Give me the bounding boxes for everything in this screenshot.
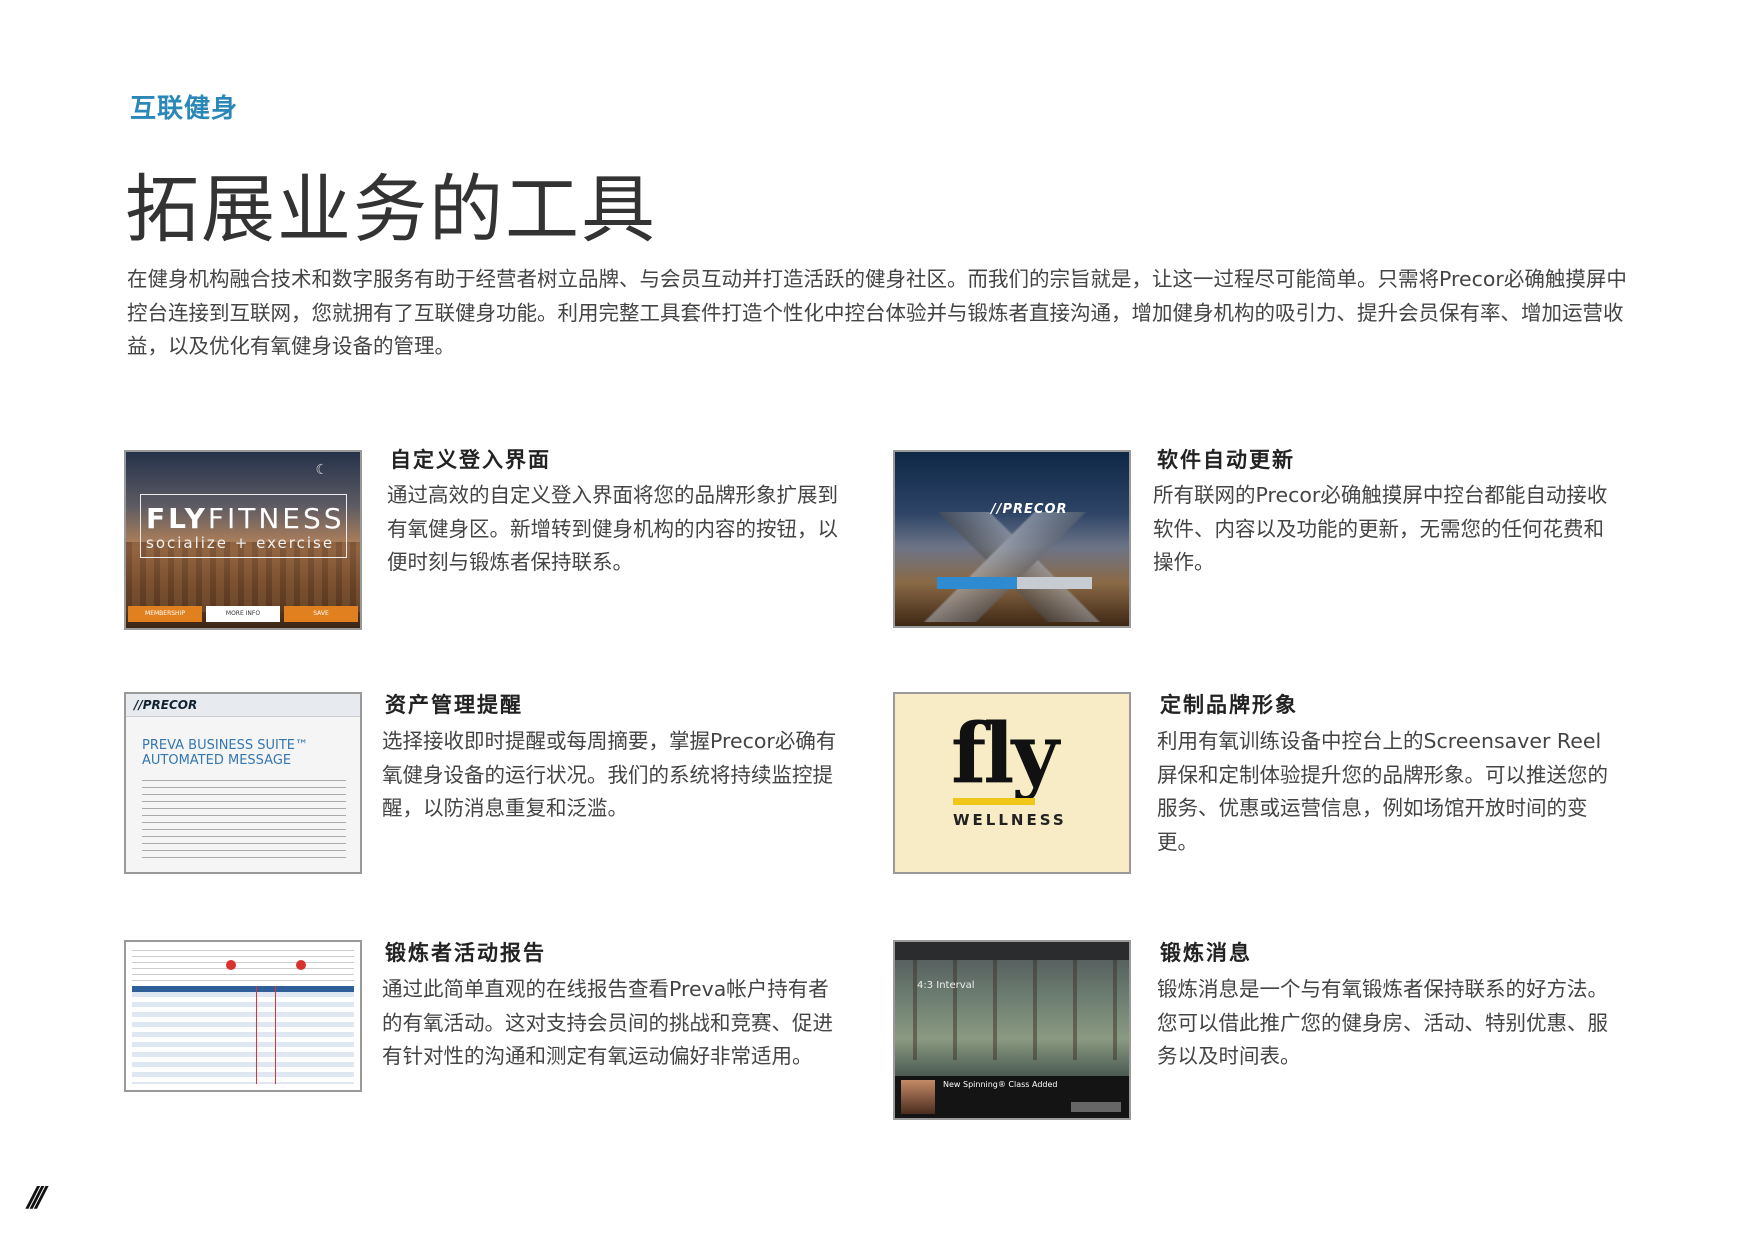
feature-body: 通过此简单直观的在线报告查看Preva帐户持有者的有氧活动。这对支持会员间的挑战… [382, 977, 833, 1068]
feature-title: 锻炼者活动报告 [385, 941, 546, 965]
report-table-image [124, 940, 362, 1092]
message-button [1071, 1102, 1121, 1112]
feature-body: 选择接收即时提醒或每周摘要，掌握Precor必确有氧健身设备的运行状况。我们的系… [382, 729, 837, 820]
feature-title: 软件自动更新 [1157, 448, 1295, 472]
feature-title: 自定义登入界面 [390, 448, 551, 472]
feature-title: 锻炼消息 [1160, 941, 1252, 965]
feature-body: 所有联网的Precor必确触摸屏中控台都能自动接收软件、内容以及功能的更新，无需… [1153, 483, 1608, 574]
save-button: SAVE [284, 606, 358, 622]
logo-underline [953, 798, 1035, 805]
update-screen-image: //PRECOR [893, 450, 1131, 628]
intro-paragraph: 在健身机构融合技术和数字服务有助于经营者树立品牌、与会员互动并打造活跃的健身社区… [127, 267, 1627, 358]
membership-button: MEMBERSHIP [128, 606, 202, 622]
update-progress-bar [937, 577, 1092, 589]
highlighted-column [256, 986, 276, 1084]
report-table [132, 986, 354, 1084]
precor-logo: //PRECOR [991, 502, 1068, 517]
feature-body: 通过高效的自定义登入界面将您的品牌形象扩展到有氧健身区。新增转到健身机构的内容的… [387, 483, 838, 574]
message-popup: New Spinning® Class Added [895, 1076, 1129, 1118]
precor-logo: //PRECOR [134, 698, 198, 712]
feature-body: 利用有氧训练设备中控台上的Screensaver Reel屏保和定制体验提升您的… [1157, 729, 1608, 854]
flyfitness-tagline: socialize + exercise [146, 534, 335, 552]
feature-title: 定制品牌形象 [1160, 693, 1298, 717]
fly-wellness-image: fly WELLNESS [893, 692, 1131, 874]
interval-label: 4:3 Interval [917, 980, 975, 991]
login-screen-image: ☾ FLYFITNESS socialize + exercise MEMBER… [124, 450, 362, 630]
moon-icon: ☾ [315, 462, 328, 478]
wellness-label: WELLNESS [953, 811, 1067, 829]
login-buttons: MEMBERSHIP MORE INFO SAVE [128, 606, 358, 622]
message-title: New Spinning® Class Added [943, 1080, 1058, 1089]
console-status-bar [895, 942, 1129, 960]
fly-logo: fly [951, 706, 1059, 802]
flyfitness-logo: FLYFITNESS [146, 502, 345, 535]
section-tag: 互联健身 [130, 94, 239, 124]
email-heading: PREVA BUSINESS SUITE™ AUTOMATED MESSAGE [142, 738, 309, 768]
workout-message-image: 4:3 Interval New Spinning® Class Added [893, 940, 1131, 1120]
forest-graphic [895, 960, 1129, 1060]
mountain-graphic [895, 512, 1129, 622]
precor-folio-mark: /// [28, 1180, 47, 1213]
instructor-photo [901, 1080, 935, 1114]
feature-body: 锻炼消息是一个与有氧锻炼者保持联系的好方法。您可以借此推广您的健身房、活动、特别… [1157, 977, 1608, 1068]
page-title: 拓展业务的工具 [125, 167, 657, 253]
report-header-lines [132, 950, 354, 982]
alert-email-image: //PRECOR PREVA BUSINESS SUITE™ AUTOMATED … [124, 692, 362, 874]
more-info-button: MORE INFO [206, 606, 280, 622]
alert-dot-icon [296, 960, 306, 970]
alert-dot-icon [226, 960, 236, 970]
email-body-lines [142, 780, 346, 864]
feature-title: 资产管理提醒 [385, 693, 523, 717]
